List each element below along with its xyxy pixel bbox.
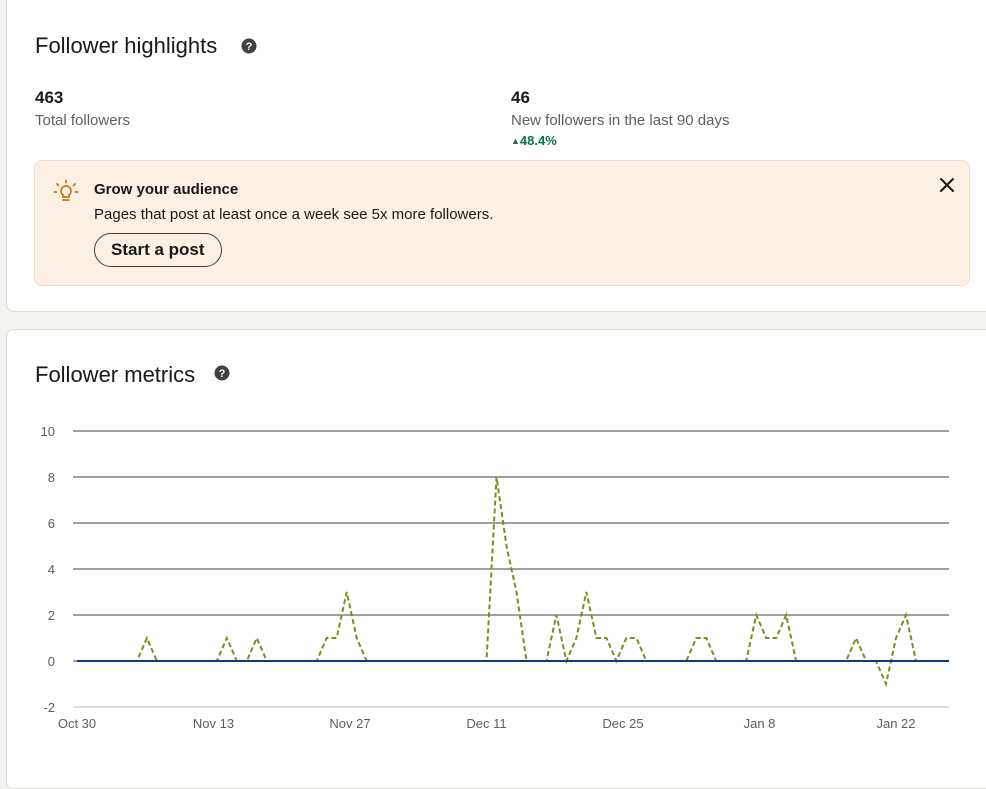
start-post-button[interactable]: Start a post — [94, 233, 222, 267]
banner-text: Pages that post at least once a week see… — [94, 206, 494, 223]
x-tick-label: Nov 13 — [193, 716, 234, 731]
y-tick-label: 4 — [48, 562, 55, 577]
help-icon[interactable]: ? — [241, 38, 257, 54]
new-followers-change: ▲48.4% — [511, 133, 557, 148]
total-followers-value: 463 — [35, 88, 64, 107]
grow-audience-banner: Grow your audience Pages that post at le… — [34, 160, 970, 286]
series-line-dashed — [77, 476, 917, 688]
banner-title: Grow your audience — [94, 181, 239, 198]
y-tick-label: 8 — [48, 470, 55, 485]
new-followers-value: 46 — [511, 88, 530, 107]
svg-text:?: ? — [246, 41, 253, 53]
y-tick-label: -2 — [43, 700, 55, 715]
follower-metrics-card: Follower metrics ? 10 8 6 4 2 0 -2 Oct 30 Nov 1… — [6, 329, 986, 789]
x-tick-label: Jan 22 — [876, 716, 915, 731]
new-followers-label: New followers in the last 90 days — [511, 112, 730, 129]
total-followers-label: Total followers — [35, 112, 131, 129]
x-tick-label: Oct 30 — [58, 716, 96, 731]
up-arrow-icon: ▲ — [511, 136, 520, 146]
lightbulb-icon — [53, 179, 79, 201]
y-tick-label: 2 — [48, 608, 55, 623]
change-percent: 48.4% — [519, 133, 557, 148]
follower-highlights-card: Follower highlights ? 463 Total follower… — [6, 0, 986, 312]
x-tick-label: Dec 25 — [602, 716, 643, 731]
x-tick-label: Jan 8 — [744, 716, 776, 731]
x-tick-label: Nov 27 — [329, 716, 370, 731]
y-tick-label: 0 — [48, 654, 55, 669]
y-tick-label: 10 — [41, 424, 55, 439]
x-tick-label: Dec 11 — [466, 716, 506, 731]
follower-metrics-chart: 10 8 6 4 2 0 -2 Oct 30 Nov 13 Nov 27 Dec 11 Dec 25… — [41, 424, 949, 731]
y-tick-label: 6 — [48, 516, 55, 531]
highlights-title: Follower highlights — [35, 33, 218, 58]
close-icon[interactable] — [937, 175, 957, 195]
